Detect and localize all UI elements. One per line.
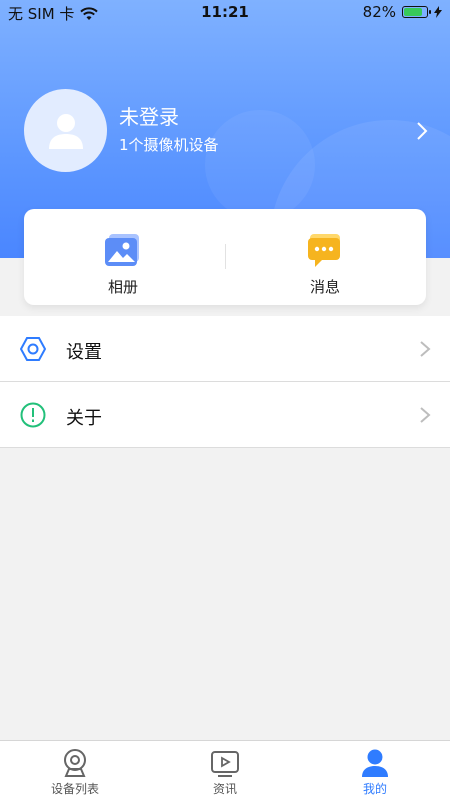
avatar[interactable] [24,89,107,172]
header-decoration [205,110,315,220]
about-icon [20,402,46,428]
tab-news[interactable]: 资讯 [150,741,300,800]
message-button[interactable]: 消息 [265,234,385,297]
album-icon [105,234,139,266]
tab-bar: 设备列表 资讯 我的 [0,740,450,800]
battery-icon [402,6,431,18]
battery-percent: 82% [362,3,396,21]
tab-label: 资讯 [212,782,237,796]
album-label: 相册 [107,278,138,296]
chevron-right-icon [420,407,431,423]
message-icon [308,234,340,267]
menu-item-about[interactable]: 关于 [0,382,450,448]
camera-icon [64,749,86,777]
device-count: 1个摄像机设备 [119,136,219,154]
menu-item-label: 关于 [66,408,102,429]
settings-menu: 设置 关于 [0,316,450,448]
menu-item-label: 设置 [66,342,102,363]
chevron-right-icon [420,341,431,357]
video-icon [211,751,239,777]
message-label: 消息 [309,278,340,296]
card-divider [225,244,226,269]
tab-mine[interactable]: 我的 [300,741,450,800]
tab-label: 我的 [362,782,387,796]
user-placeholder-icon [48,113,83,149]
username[interactable]: 未登录 [119,101,179,130]
album-button[interactable]: 相册 [63,234,183,297]
settings-icon [20,337,46,361]
user-icon [362,749,388,777]
chevron-right-icon[interactable] [414,121,430,141]
tab-label: 设备列表 [50,782,99,796]
menu-item-settings[interactable]: 设置 [0,316,450,382]
battery-group: 82% [363,3,442,21]
status-bar: 无 SIM 卡 11:21 82% [0,0,450,26]
quick-actions-card: 相册 消息 [24,209,426,305]
tab-device-list[interactable]: 设备列表 [0,741,150,800]
charging-icon [434,6,442,18]
